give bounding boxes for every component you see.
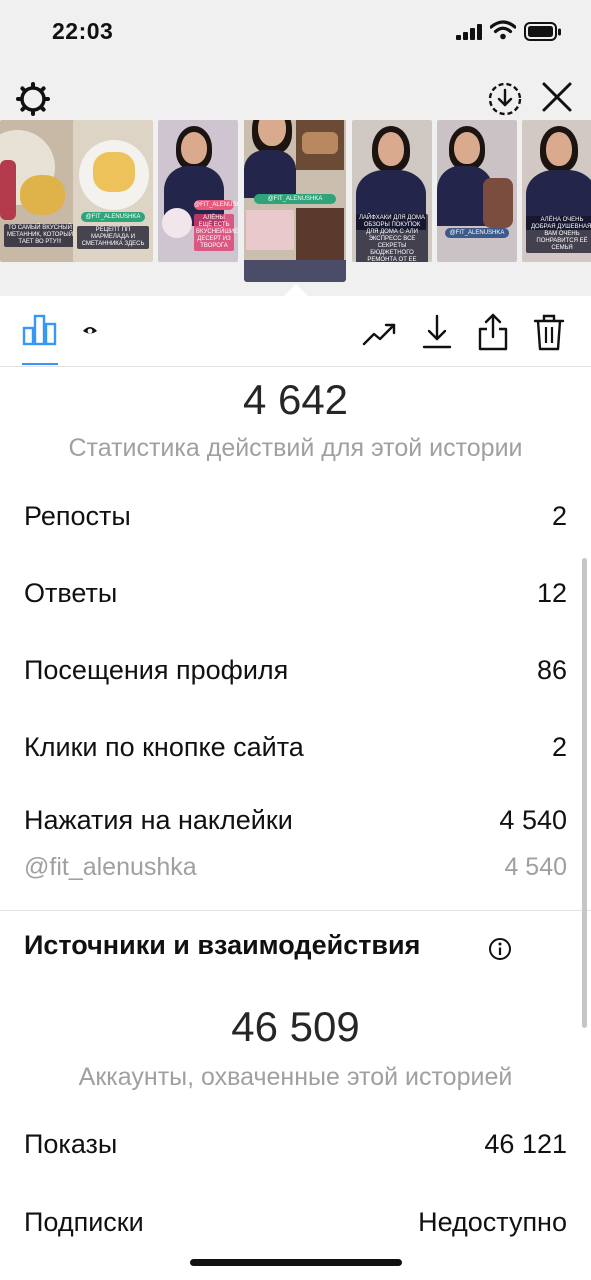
gear-icon[interactable] [16, 82, 50, 116]
story-thumbnail[interactable]: @FIT_ALENUSHKA [437, 120, 517, 262]
stat-label-sticker-taps: Нажатия на наклейки [24, 805, 293, 835]
story-thumbnail[interactable]: АЛЁНА ОЧЕНЬ ДОБРАЯ ДУШЕВНАЯ. ВАМ ОЧЕНЬ П… [522, 120, 591, 262]
download-icon[interactable] [420, 313, 454, 351]
sticker-mention-label: @fit_alenushka [24, 853, 197, 881]
eye-icon[interactable] [80, 318, 100, 342]
interactions-label: Статистика действий для этой истории [68, 434, 523, 462]
home-indicator[interactable] [190, 1259, 402, 1266]
stat-label-follows: Подписки [24, 1207, 144, 1237]
story-thumbnail[interactable]: @FIT_ALENUSHKA РЕЦЕПТ ПП МАРМЕЛАДА И СМЕ… [73, 120, 153, 262]
divider [0, 366, 591, 367]
scrollbar[interactable] [582, 558, 587, 1028]
story-thumbnail[interactable]: ТО САМЫЙ ВКУСНЫЙ МЕТАННИК, КОТОРЫЙ ТАЕТ … [0, 120, 80, 262]
stat-value-sticker-taps: 4 540 [499, 805, 567, 835]
bar-chart-icon[interactable] [22, 314, 58, 346]
mention-sticker: @FIT_ALENUSHKA [81, 212, 145, 222]
stat-value-website-clicks: 2 [551, 732, 567, 762]
thumbnail-caption: РЕЦЕПТ ПП МАРМЕЛАДА И СМЕТАННИКА ЗДЕСЬ [77, 226, 149, 249]
trend-up-icon[interactable] [362, 316, 398, 350]
interactions-total: 4 642 [242, 376, 349, 423]
stat-label-replies: Ответы [24, 578, 118, 608]
wifi-icon [490, 20, 516, 40]
section-title-discovery: Источники и взаимодействия [24, 930, 421, 960]
mention-sticker: @FIT_ALENUSHKA [445, 228, 509, 238]
thumbnail-caption: АЛЁНЫ ЕЩЁ ЕСТЬ ВКУСНЕЙШИЕ ДЕСЕРТ ИЗ ТВОР… [194, 214, 238, 251]
stat-label-reposts: Репосты [24, 501, 131, 531]
stat-value-reposts: 2 [551, 501, 567, 531]
thumbnail-caption: ТО САМЫЙ ВКУСНЫЙ МЕТАННИК, КОТОРЫЙ ТАЕТ … [4, 224, 76, 247]
download-circle-icon[interactable] [486, 80, 524, 118]
mention-sticker: @FIT_ALENUSHKA [194, 200, 238, 210]
reach-total: 46 509 [231, 1003, 360, 1050]
stat-label-impressions: Показы [24, 1129, 118, 1159]
trash-icon[interactable] [532, 312, 566, 352]
reach-label: Аккаунты, охваченные этой историей [78, 1063, 513, 1091]
sticker-mention-value: 4 540 [504, 853, 567, 881]
divider [0, 910, 591, 911]
info-icon[interactable] [488, 937, 512, 961]
stat-value-profile-visits: 86 [536, 655, 567, 685]
cellular-signal-icon [456, 24, 482, 40]
stat-value-impressions: 46 121 [484, 1129, 567, 1159]
close-icon[interactable] [540, 80, 574, 114]
active-tab-indicator [22, 363, 58, 365]
stat-label-website-clicks: Клики по кнопке сайта [24, 732, 304, 762]
stat-value-replies: 12 [536, 578, 567, 608]
share-icon[interactable] [476, 312, 510, 352]
stat-label-profile-visits: Посещения профиля [24, 655, 289, 685]
thumbnail-caption: АЛЁНА ОЧЕНЬ ДОБРАЯ ДУШЕВНАЯ. ВАМ ОЧЕНЬ П… [526, 216, 591, 253]
story-thumbnail[interactable]: ЛАЙФХАКИ ДЛЯ ДОМА ОБЗОРЫ ПОКУПОК ДЛЯ ДОМ… [352, 120, 432, 262]
story-thumbnail-selected[interactable]: @FIT_ALENUSHKA [244, 120, 346, 282]
mention-sticker: @FIT_ALENUSHKA [254, 194, 336, 204]
story-thumbnail[interactable]: @FIT_ALENUSHKA АЛЁНЫ ЕЩЁ ЕСТЬ ВКУСНЕЙШИЕ… [158, 120, 238, 262]
battery-icon [524, 22, 561, 41]
stat-value-follows: Недоступно [418, 1207, 567, 1237]
story-thumbnail-strip: ТО САМЫЙ ВКУСНЫЙ МЕТАННИК, КОТОРЫЙ ТАЕТ … [0, 120, 591, 285]
thumbnail-caption: ЛАЙФХАКИ ДЛЯ ДОМА ОБЗОРЫ ПОКУПОК ДЛЯ ДОМ… [356, 214, 428, 262]
status-time: 22:03 [52, 18, 114, 44]
